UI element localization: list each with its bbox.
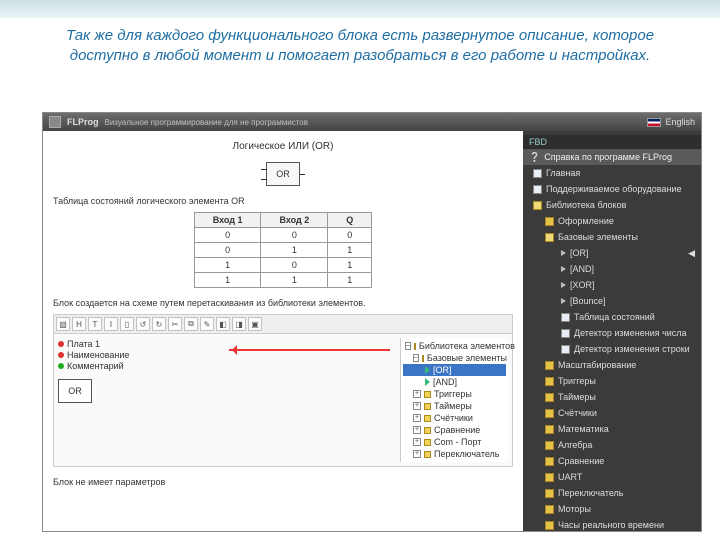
language-switch[interactable]: English (647, 117, 695, 127)
help-item-base[interactable]: Базовые элементы (523, 229, 701, 245)
truth-cell: 0 (194, 243, 261, 258)
truth-table: Вход 1 Вход 2 Q 000 011 101 111 (194, 212, 373, 288)
truth-table-caption: Таблица состояний логического элемента O… (53, 196, 513, 206)
help-group[interactable]: UART (523, 469, 701, 485)
drag-instruction: Блок создается на схеме путем перетаскив… (53, 298, 513, 308)
schema-area: Плата 1 Наименование Комментарий OR –Биб… (53, 334, 513, 467)
help-item-xor[interactable]: [XOR] (523, 277, 701, 293)
toolbar-button[interactable]: ▧ (56, 317, 70, 331)
toolbar-button[interactable]: H (72, 317, 86, 331)
help-group[interactable]: Счётчики (523, 405, 701, 421)
app-name: FLProg (67, 117, 99, 127)
truth-cell: 0 (261, 258, 328, 273)
help-title: ❔Справка по программе FLProg (523, 150, 701, 165)
help-group[interactable]: Триггеры (523, 373, 701, 389)
schema-or-block-icon[interactable]: OR (58, 379, 92, 403)
truth-col: Вход 2 (261, 213, 328, 228)
toolbar-button[interactable]: ▯ (120, 317, 134, 331)
slide-title: Так же для каждого функционального блока… (30, 26, 690, 67)
app-titlebar: FLProg Визуальное программирование для н… (43, 113, 701, 131)
toolbar-button[interactable]: ◧ (216, 317, 230, 331)
toolbar-button[interactable]: ◨ (232, 317, 246, 331)
schema-tag-name: Наименование (58, 350, 223, 360)
help-group[interactable]: Таймеры (523, 389, 701, 405)
help-tabs[interactable]: FBD (523, 135, 701, 150)
truth-cell: 1 (261, 273, 328, 288)
help-pane: FBD ❔Справка по программе FLProg Главная… (523, 131, 701, 531)
help-group[interactable]: Моторы (523, 501, 701, 517)
help-group[interactable]: Математика (523, 421, 701, 437)
or-block-icon: OR (266, 162, 300, 186)
toolbar-button[interactable]: ✂ (168, 317, 182, 331)
help-item-home[interactable]: Главная (523, 165, 701, 181)
help-item-strdetect[interactable]: Детектор изменения строки (523, 341, 701, 357)
truth-cell: 0 (328, 228, 372, 243)
toolbar-button[interactable]: ↻ (152, 317, 166, 331)
help-item-design[interactable]: Оформление (523, 213, 701, 229)
help-item-library[interactable]: Библиотека блоков (523, 197, 701, 213)
truth-cell: 0 (194, 228, 261, 243)
truth-cell: 1 (328, 243, 372, 258)
help-item-hardware[interactable]: Поддерживаемое оборудование (523, 181, 701, 197)
drag-arrow-icon (229, 344, 394, 356)
document-pane: Логическое ИЛИ (OR) OR Таблица состояний… (43, 131, 523, 531)
help-item-truth[interactable]: Таблица состояний (523, 309, 701, 325)
toolbar-button[interactable]: ↺ (136, 317, 150, 331)
help-group[interactable]: Сравнение (523, 453, 701, 469)
help-item-and[interactable]: [AND] (523, 261, 701, 277)
toolbar-button[interactable]: ▣ (248, 317, 262, 331)
toolbar-button[interactable]: T (88, 317, 102, 331)
truth-cell: 0 (261, 228, 328, 243)
schema-toolbar: ▧ H T I ▯ ↺ ↻ ✂ ⧉ ✎ ◧ ◨ ▣ (53, 314, 513, 334)
truth-cell: 1 (328, 273, 372, 288)
help-group[interactable]: Переключатель (523, 485, 701, 501)
truth-col: Вход 1 (194, 213, 261, 228)
truth-cell: 1 (194, 258, 261, 273)
truth-cell: 1 (261, 243, 328, 258)
help-item-or[interactable]: [OR]◀ (523, 245, 701, 261)
language-label: English (665, 117, 695, 127)
app-tagline: Визуальное программирование для не прогр… (105, 118, 308, 127)
library-tree[interactable]: –Библиотека элементов –Базовые элементы … (400, 338, 508, 462)
flag-uk-icon (647, 118, 661, 127)
help-group[interactable]: Масштабирование (523, 357, 701, 373)
help-group[interactable]: Часы реального времени (523, 517, 701, 531)
or-block-label: OR (276, 169, 290, 179)
no-params-label: Блок не имеет параметров (53, 477, 513, 487)
app-window: FLProg Визуальное программирование для н… (42, 112, 702, 532)
toolbar-button[interactable]: ✎ (200, 317, 214, 331)
truth-col: Q (328, 213, 372, 228)
help-item-numdetect[interactable]: Детектор изменения числа (523, 325, 701, 341)
toolbar-button[interactable]: I (104, 317, 118, 331)
truth-cell: 1 (194, 273, 261, 288)
app-logo-icon (49, 116, 61, 128)
schema-tag-comment: Комментарий (58, 361, 223, 371)
doc-heading: Логическое ИЛИ (OR) (53, 141, 513, 152)
lib-item-or[interactable]: [OR] (403, 364, 506, 376)
lib-item-and[interactable]: [AND] (403, 376, 506, 388)
help-group[interactable]: Алгебра (523, 437, 701, 453)
schema-tag-plate: Плата 1 (58, 339, 223, 349)
toolbar-button[interactable]: ⧉ (184, 317, 198, 331)
truth-cell: 1 (328, 258, 372, 273)
help-item-bounce[interactable]: [Bounce] (523, 293, 701, 309)
